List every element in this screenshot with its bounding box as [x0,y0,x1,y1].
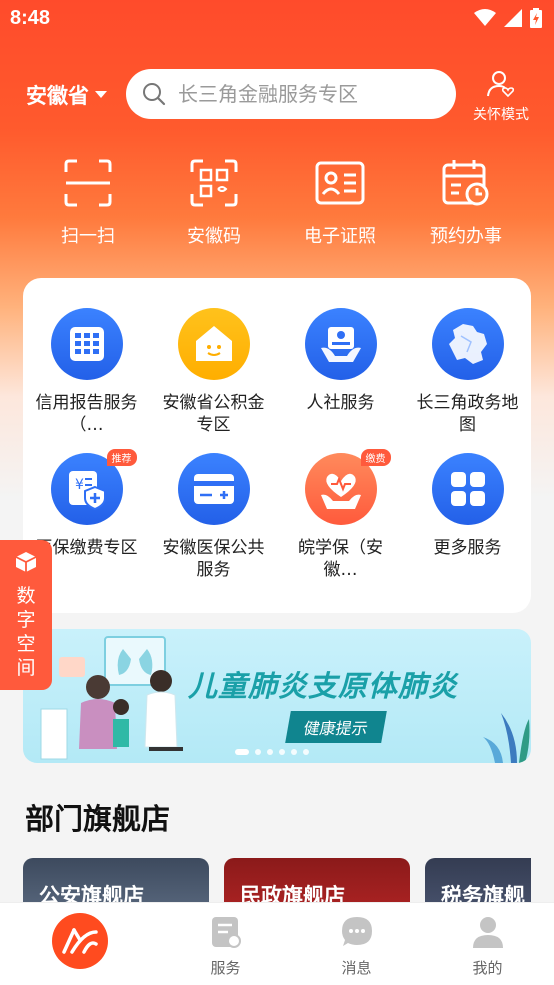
cube-icon [15,552,37,572]
calendar-clock-icon [442,160,489,206]
service-doc-icon [211,917,241,948]
quick-action-scan[interactable]: 扫一扫 [25,158,151,248]
home-logo-icon [62,928,98,954]
quick-action-e-license[interactable]: 电子证照 [277,158,403,248]
service-grid: 信用报告服务（… 安徽省公积金专区 人社服务 长三角政务地图 ¥ 推荐 医保缴费… [23,308,531,598]
tab-messages[interactable]: 消息 [291,903,422,985]
quick-action-label: 扫一扫 [61,226,115,247]
tab-home[interactable] [0,903,160,985]
tab-profile[interactable]: 我的 [422,903,553,985]
search-bar[interactable] [126,69,456,119]
digital-space-tab[interactable]: 数字空间 [0,540,52,690]
insurance-card-icon [193,474,234,504]
care-mode-button[interactable]: 关怀模式 [466,70,536,124]
service-student-insurance[interactable]: 缴费 皖学保（安徽… [277,449,404,598]
region-label: 安徽省 [26,84,89,108]
care-mode-label: 关怀模式 [473,107,529,123]
tab-services[interactable]: 服务 [160,903,291,985]
medical-insurance-icon: ¥ [68,471,106,511]
service-more[interactable]: 更多服务 [404,453,531,598]
payment-badge: 缴费 [360,449,391,466]
health-banner[interactable]: 儿童肺炎支原体肺炎 健康提示 [23,629,531,763]
banner-pagination [235,749,309,755]
caret-down-icon [95,91,107,98]
service-social-security[interactable]: 人社服务 [277,308,404,453]
pagination-dot [235,749,249,755]
service-label: 更多服务 [433,538,502,558]
pagination-dot [291,749,297,755]
more-grid-icon [450,472,485,506]
search-input[interactable] [178,82,438,106]
tab-label: 消息 [341,959,372,977]
housing-fund-icon [195,326,232,361]
region-selector[interactable]: 安徽省 [26,80,107,110]
qr-code-icon [190,159,238,207]
service-housing-fund[interactable]: 安徽省公积金专区 [150,308,277,453]
wifi-icon [474,9,496,26]
pagination-dot [303,749,309,755]
map-icon [448,324,487,364]
digital-space-label: 数字空间 [16,585,36,679]
id-card-icon [315,161,365,205]
tab-label: 我的 [472,959,503,977]
scan-icon [64,159,112,207]
service-card: 信用报告服务（… 安徽省公积金专区 人社服务 长三角政务地图 ¥ 推荐 医保缴费… [23,278,531,613]
pagination-dot [279,749,285,755]
credit-report-icon [69,327,104,361]
pagination-dot [255,749,261,755]
quick-action-anhui-code[interactable]: 安徽码 [151,158,277,248]
student-insurance-icon [320,473,361,509]
status-bar: 8:48 [0,0,554,38]
signal-icon [504,9,522,27]
service-label: 信用报告服务（… [35,393,138,435]
banner-subtitle: 健康提示 [285,711,387,743]
banner-title: 儿童肺炎支原体肺炎 [188,669,459,703]
service-credit-report[interactable]: 信用报告服务（… [23,308,150,453]
message-bubble-icon [341,917,372,946]
status-time: 8:48 [10,7,51,29]
quick-action-label: 预约办事 [430,226,502,247]
quick-action-label: 安徽码 [187,226,241,247]
service-label: 皖学保（安徽… [298,538,383,580]
quick-action-appointment[interactable]: 预约办事 [403,158,529,248]
social-security-card-icon [320,327,361,362]
bottom-tab-bar: 服务 消息 我的 [0,902,554,985]
service-medical-public[interactable]: 安徽医保公共服务 [150,453,277,598]
battery-icon [530,8,542,28]
quick-action-label: 电子证照 [304,226,376,247]
section-title: 部门旗舰店 [25,802,171,836]
service-label: 安徽省公积金专区 [162,393,265,435]
service-government-map[interactable]: 长三角政务地图 [404,308,531,453]
quick-actions: 扫一扫 安徽码 电子证照 预约办事 [25,158,529,248]
user-icon [472,917,503,948]
user-heart-icon [487,71,515,98]
service-label: 安徽医保公共服务 [162,538,265,580]
svg-text:¥: ¥ [75,477,84,493]
pagination-dot [267,749,273,755]
recommend-badge: 推荐 [106,449,137,466]
tab-label: 服务 [210,959,241,977]
plant-decoration [483,713,530,763]
service-label: 长三角政务地图 [416,393,519,435]
search-icon [143,83,166,106]
service-label: 人社服务 [306,393,375,413]
